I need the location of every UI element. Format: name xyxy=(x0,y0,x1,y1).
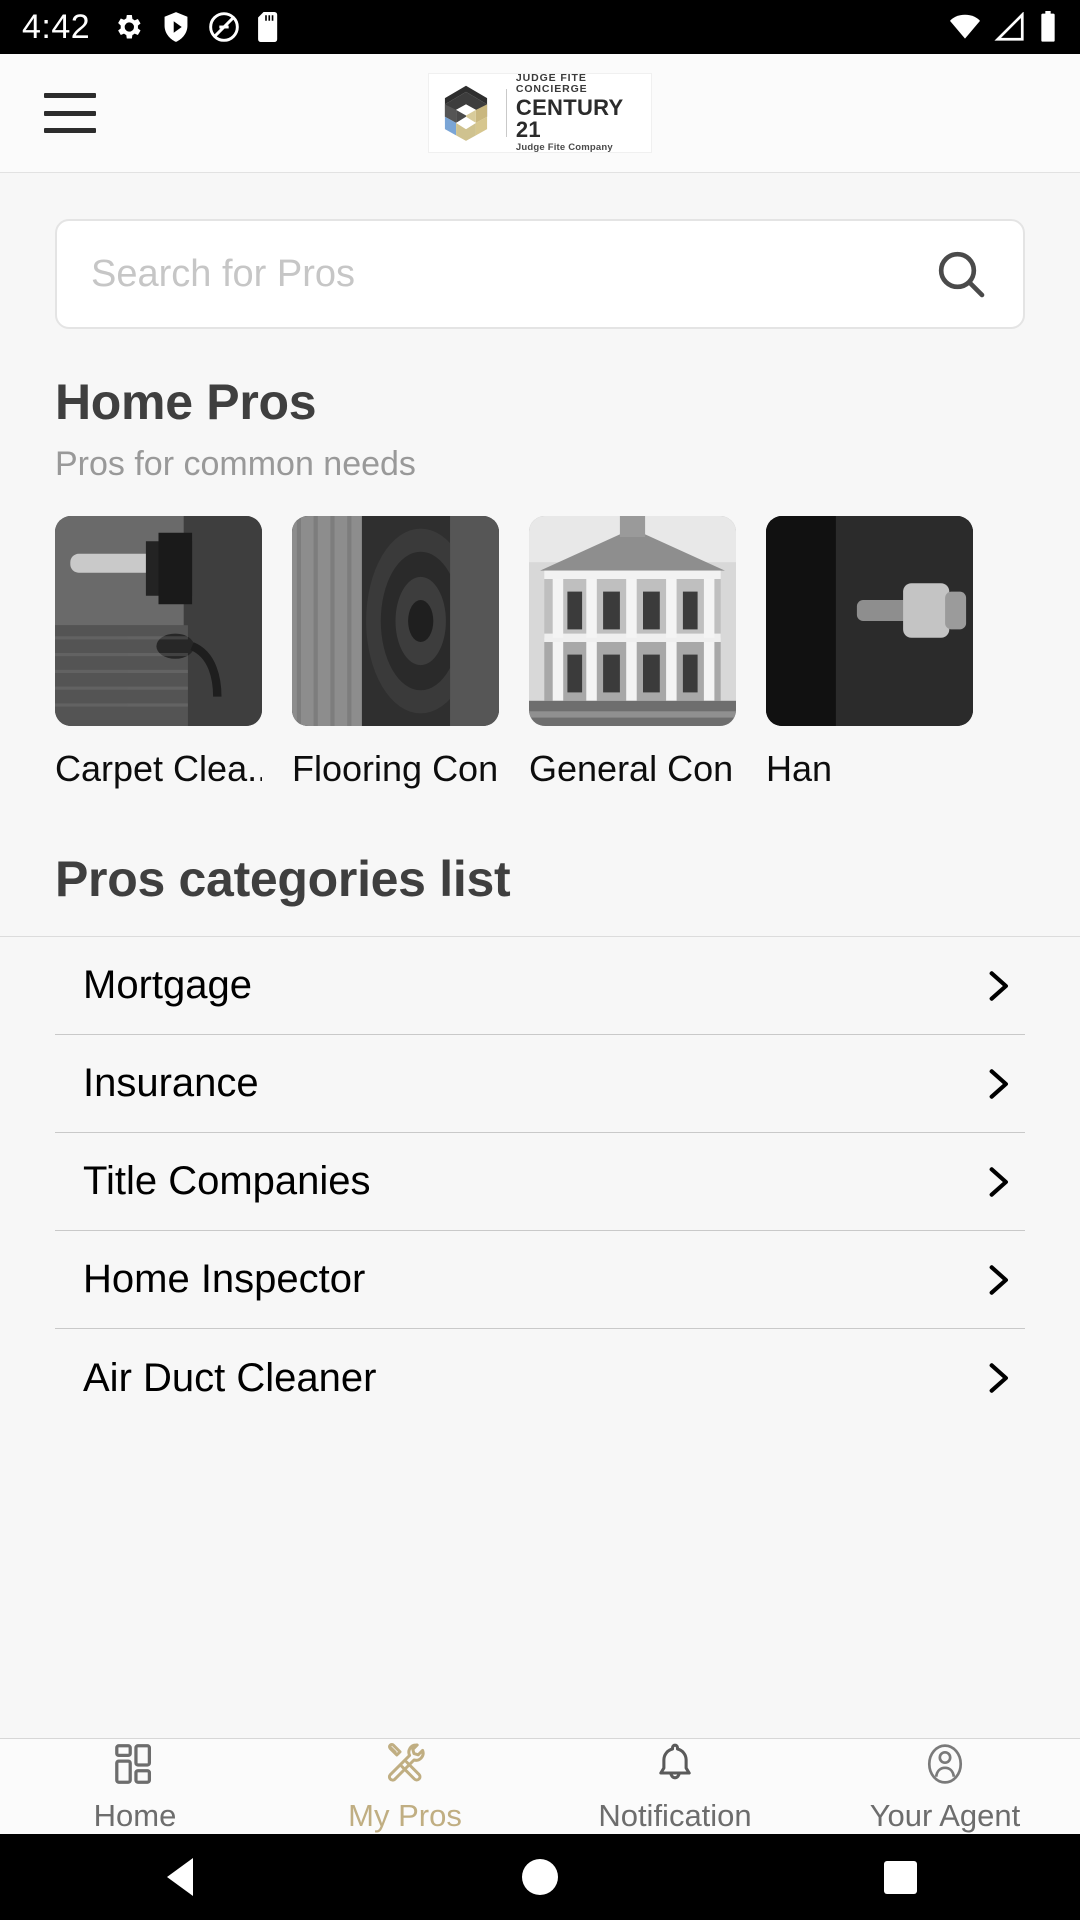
grid-dashboard-icon xyxy=(112,1740,158,1788)
search-input[interactable] xyxy=(91,252,933,296)
nav-item-your-agent[interactable]: Your Agent xyxy=(810,1740,1080,1834)
play-protect-icon xyxy=(164,12,188,42)
android-system-nav xyxy=(0,1834,1080,1920)
wifi-icon xyxy=(950,14,980,39)
bell-icon xyxy=(652,1740,698,1788)
cellular-signal-icon xyxy=(994,12,1024,41)
nav-label: Home xyxy=(93,1797,177,1833)
chevron-right-icon xyxy=(989,970,1008,1001)
pro-card-label: Carpet Clea... xyxy=(55,748,262,789)
nav-item-notification[interactable]: Notification xyxy=(540,1740,810,1834)
logo-line-2: CENTURY 21 xyxy=(515,95,624,143)
category-row-insurance[interactable]: Insurance xyxy=(55,1035,1025,1133)
pro-card[interactable]: General Con... xyxy=(529,516,736,790)
status-left-icons xyxy=(112,11,280,43)
app-header: JUDGE FITE CONCIERGE CENTURY 21 Judge Fi… xyxy=(0,54,1080,173)
search-icon xyxy=(938,251,985,298)
person-avatar-icon xyxy=(922,1740,968,1788)
settings-gear-icon xyxy=(118,15,141,39)
category-label: Insurance xyxy=(83,1061,259,1105)
colonial-house-photo xyxy=(529,516,736,726)
search-bar[interactable] xyxy=(55,219,1025,329)
pro-card-label: Han xyxy=(766,748,833,789)
category-label: Air Duct Cleaner xyxy=(83,1355,377,1400)
pro-card-label: Flooring Con... xyxy=(292,748,499,789)
category-label: Title Companies xyxy=(83,1159,371,1203)
category-row-home-inspector[interactable]: Home Inspector xyxy=(55,1231,1025,1329)
logo-line-3: Judge Fite Company xyxy=(515,142,613,154)
home-circle-icon xyxy=(522,1859,558,1895)
scroll-content: Home Pros Pros for common needs xyxy=(0,173,1080,1738)
category-label: Home Inspector xyxy=(83,1257,366,1301)
chevron-right-icon xyxy=(989,1264,1008,1295)
system-back-button[interactable] xyxy=(0,1858,360,1896)
system-recents-button[interactable] xyxy=(720,1860,1080,1894)
handyman-tool-photo xyxy=(766,516,973,726)
categories-title: Pros categories list xyxy=(55,851,511,907)
status-right-icons xyxy=(948,11,1058,43)
brand-logo: JUDGE FITE CONCIERGE CENTURY 21 Judge Fi… xyxy=(429,72,651,154)
century21-hex-logo-icon xyxy=(444,85,488,141)
category-label: Mortgage xyxy=(83,963,252,1007)
status-bar: 4:42 xyxy=(0,0,1080,54)
bottom-navigation: Home My Pros Notification Your Agent xyxy=(0,1738,1080,1834)
pro-card[interactable]: Flooring Con... xyxy=(292,516,499,790)
logo-line-1: JUDGE FITE CONCIERGE xyxy=(515,72,588,95)
chevron-right-icon xyxy=(989,1166,1008,1197)
category-row-mortgage[interactable]: Mortgage xyxy=(55,937,1025,1035)
battery-icon xyxy=(1041,11,1055,42)
crossed-tools-icon xyxy=(381,1740,429,1788)
pro-card[interactable]: Carpet Clea... xyxy=(55,516,262,790)
rolled-carpet-photo xyxy=(292,516,499,726)
chevron-right-icon xyxy=(989,1363,1008,1393)
chevron-right-icon xyxy=(989,1068,1008,1099)
back-triangle-icon xyxy=(167,1858,193,1896)
nav-item-my-pros[interactable]: My Pros xyxy=(270,1740,540,1834)
sd-card-icon xyxy=(258,12,278,42)
home-pros-carousel[interactable]: Carpet Clea... Flooring Con. xyxy=(0,516,1080,790)
nav-label: Your Agent xyxy=(869,1797,1021,1833)
search-button[interactable] xyxy=(933,246,989,302)
category-row-title-companies[interactable]: Title Companies xyxy=(55,1133,1025,1231)
recents-square-icon xyxy=(883,1860,917,1894)
status-time: 4:42 xyxy=(22,7,91,46)
category-row-air-duct-cleaner[interactable]: Air Duct Cleaner xyxy=(55,1329,1025,1427)
home-pros-subtitle: Pros for common needs xyxy=(55,445,416,483)
carpet-vacuum-photo xyxy=(55,516,262,726)
pro-card[interactable]: Han xyxy=(766,516,973,790)
nav-item-home[interactable]: Home xyxy=(0,1740,270,1834)
do-not-disturb-icon xyxy=(209,12,239,42)
system-home-button[interactable] xyxy=(360,1859,720,1895)
nav-label: My Pros xyxy=(348,1797,462,1833)
hamburger-menu-icon[interactable] xyxy=(44,93,96,133)
pro-card-label: General Con... xyxy=(529,748,736,789)
nav-label: Notification xyxy=(598,1797,752,1833)
logo-divider xyxy=(506,89,507,137)
home-pros-title: Home Pros xyxy=(55,374,317,430)
